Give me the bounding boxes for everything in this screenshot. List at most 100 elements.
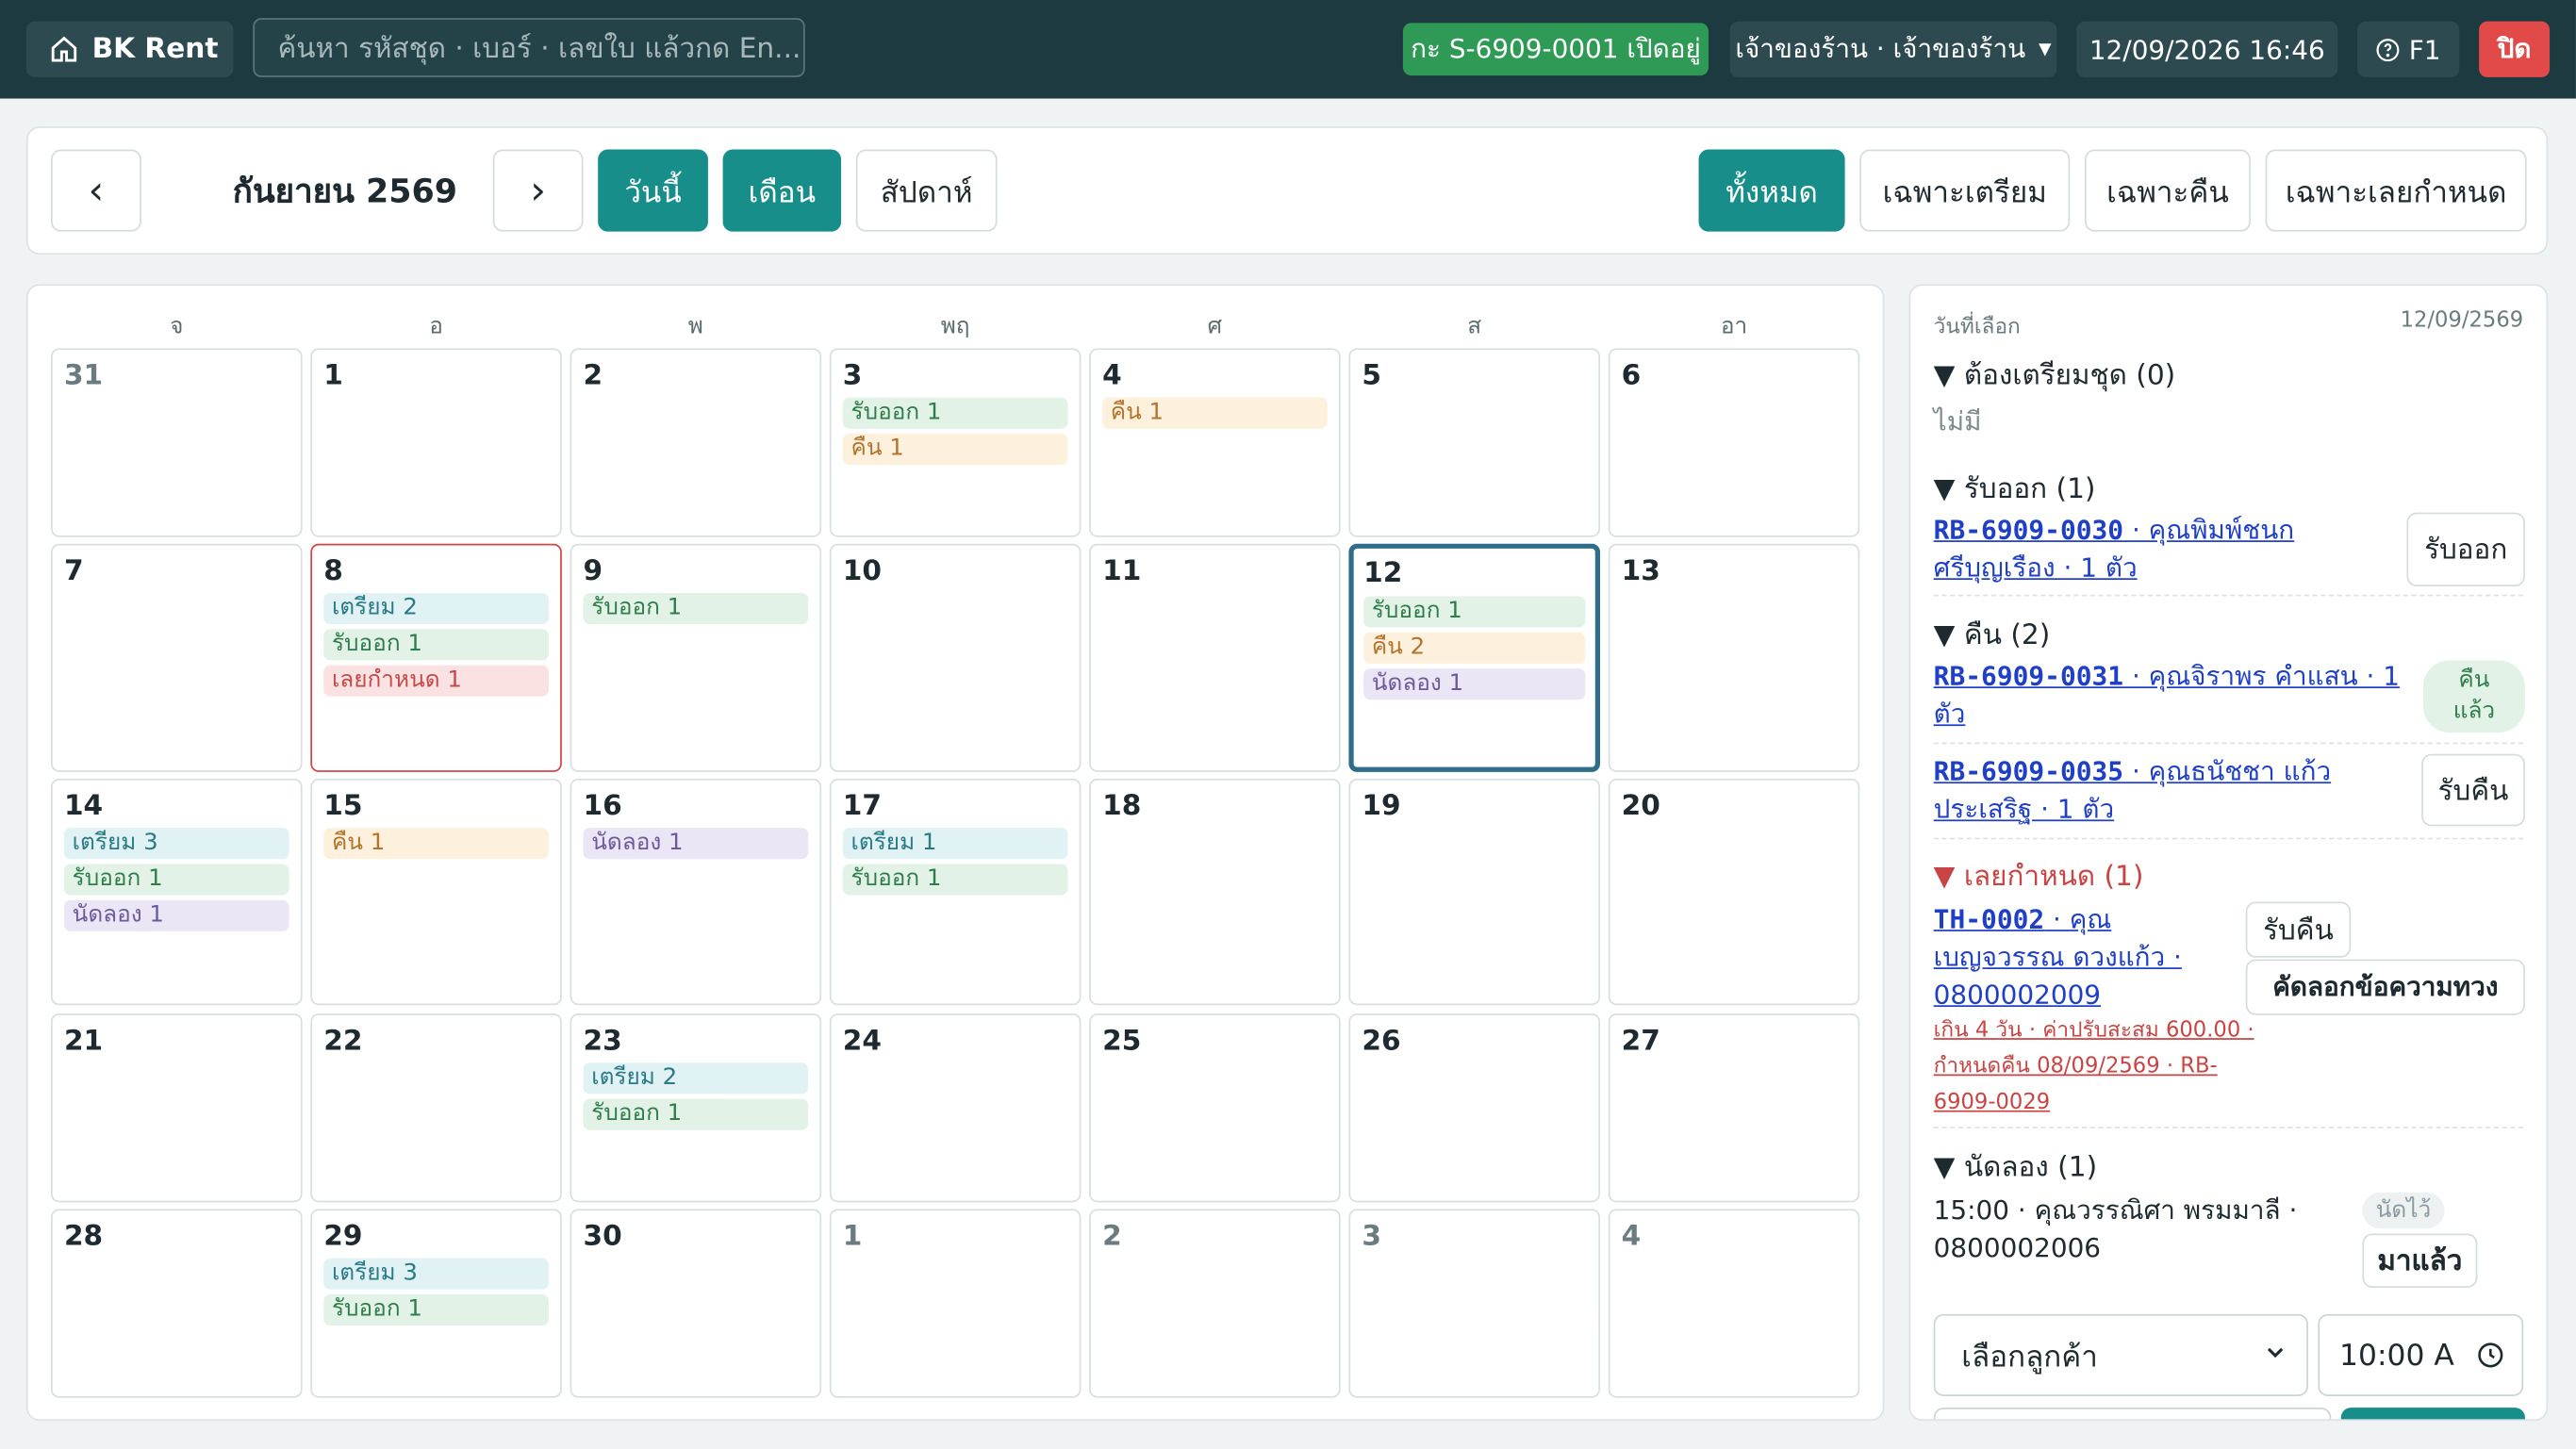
event-chip-pick[interactable]: รับออก 1 <box>583 1098 809 1130</box>
customer-select[interactable]: เลือกลูกค้า <box>1933 1313 2308 1396</box>
filter-return-button[interactable]: เฉพาะคืน <box>2084 149 2251 232</box>
search-input[interactable]: ค้นหา รหัสชุด · เบอร์ · เลขใบ แล้วกด En.… <box>253 18 805 77</box>
event-chip-prep[interactable]: เตรียม 3 <box>63 828 289 860</box>
event-chip-prep[interactable]: เตรียม 3 <box>323 1258 549 1290</box>
event-chip-list: เตรียม 3 รับออก 1 <box>323 1258 549 1331</box>
day-cell[interactable]: 23 เตรียม 2 รับออก 1 <box>570 1013 822 1203</box>
event-chip-pick[interactable]: รับออก 1 <box>323 1293 549 1326</box>
day-cell[interactable]: 26 <box>1348 1013 1601 1203</box>
day-cell[interactable]: 16 นัดลอง 1 <box>570 778 822 1006</box>
event-chip-pick[interactable]: รับออก 1 <box>63 864 289 896</box>
day-cell[interactable]: 30 <box>570 1209 822 1398</box>
section-pickup-toggle[interactable]: ▼ รับออก (1) <box>1934 467 2096 511</box>
home-button[interactable]: BK Rent <box>25 21 234 77</box>
day-cell[interactable]: 4 คืน 1 <box>1089 348 1341 537</box>
event-chip-pick[interactable]: รับออก 1 <box>583 592 809 625</box>
day-cell[interactable]: 28 <box>51 1209 303 1398</box>
return-item: RB-6909-0035 · คุณธนัชชา แก้ว ประเสริฐ · … <box>1934 752 2331 828</box>
day-cell[interactable]: 29 เตรียม 3 รับออก 1 <box>310 1209 562 1398</box>
datetime-display: 12/09/2026 16:46 <box>2076 21 2338 77</box>
day-cell[interactable]: 20 <box>1608 778 1860 1006</box>
day-cell[interactable]: 25 <box>1089 1013 1341 1203</box>
day-cell[interactable]: 3 รับออก 1 คืน 1 <box>829 348 1082 537</box>
time-input[interactable]: 10:00 A <box>2318 1313 2524 1396</box>
event-chip-pick[interactable]: รับออก 1 <box>842 397 1068 429</box>
day-cell[interactable]: 7 <box>51 543 303 772</box>
day-cell-selected[interactable]: 12 รับออก 1 คืน 2 นัดลอง 1 <box>1348 543 1601 772</box>
day-number: 30 <box>583 1220 622 1254</box>
event-chip-ret[interactable]: คืน 1 <box>842 433 1068 466</box>
return-link[interactable]: RB-6909-0035 · คุณธนัชชา แก้ว ประเสริฐ · … <box>1934 755 2331 824</box>
day-cell[interactable]: 18 <box>1089 778 1341 1006</box>
section-overdue-toggle[interactable]: ▼ เลยกำหนด (1) <box>1934 854 2144 898</box>
copy-reminder-button[interactable]: คัดลอกข้อความทวง <box>2245 959 2525 1015</box>
pickup-link[interactable]: RB-6909-0030 · คุณพิมพ์ชนก ศรีบุญเรือง · … <box>1934 514 2294 583</box>
today-button[interactable]: วันนี้ <box>598 149 708 232</box>
day-cell[interactable]: 2 <box>570 348 822 537</box>
overdue-link[interactable]: TH-0002 · คุณ เบญจวรรณ ดวงแก้ว · 080000200… <box>1934 903 2182 1010</box>
event-chip-pick[interactable]: รับออก 1 <box>1363 596 1586 628</box>
weekday-header: ศ <box>1207 313 1223 340</box>
event-chip-list: คืน 1 <box>323 828 549 864</box>
day-cell-today[interactable]: 8 เตรียม 2 รับออก 1 เลยกำหนด 1 <box>310 543 562 772</box>
next-month-button[interactable]: › <box>492 149 584 232</box>
event-chip-late[interactable]: เลยกำหนด 1 <box>323 665 549 697</box>
day-cell[interactable]: 19 <box>1348 778 1601 1006</box>
notes-input[interactable] <box>1933 1408 2332 1420</box>
event-chip-fit[interactable]: นัดลอง 1 <box>1363 668 1586 700</box>
arrived-button[interactable]: มาแล้ว <box>2362 1233 2478 1288</box>
receive-return-button[interactable]: รับคืน <box>2421 753 2525 827</box>
add-appointment-button[interactable] <box>2340 1408 2525 1420</box>
section-fitting-toggle[interactable]: ▼ นัดลอง (1) <box>1934 1144 2097 1189</box>
user-menu[interactable]: เจ้าของร้าน · เจ้าของร้าน ▼ <box>1729 21 2057 77</box>
day-cell[interactable]: 27 <box>1608 1013 1860 1203</box>
event-chip-prep[interactable]: เตรียม 1 <box>842 828 1068 860</box>
day-cell[interactable]: 9 รับออก 1 <box>570 543 822 772</box>
section-return-toggle[interactable]: ▼ คืน (2) <box>1934 613 2051 657</box>
help-button[interactable]: F1 <box>2357 21 2460 77</box>
filter-overdue-button[interactable]: เฉพาะเลยกำหนด <box>2265 149 2527 232</box>
event-chip-ret[interactable]: คืน 1 <box>1102 397 1328 429</box>
event-chip-fit[interactable]: นัดลอง 1 <box>63 899 289 931</box>
overdue-return-button[interactable]: รับคืน <box>2245 901 2352 958</box>
day-cell[interactable]: 15 คืน 1 <box>310 778 562 1006</box>
day-cell[interactable]: 22 <box>310 1013 562 1203</box>
return-link[interactable]: RB-6909-0031 · คุณจิราพร คำแสน · 1 ตัว <box>1934 660 2400 729</box>
prev-month-button[interactable]: ‹ <box>51 149 141 232</box>
shift-status-badge[interactable]: กะ S-6909-0001 เปิดอยู่ <box>1402 23 1709 76</box>
event-chip-pick[interactable]: รับออก 1 <box>323 629 549 661</box>
close-button[interactable]: ปิด <box>2479 21 2551 77</box>
day-cell[interactable]: 4 <box>1608 1209 1860 1398</box>
day-cell[interactable]: 11 <box>1089 543 1341 772</box>
event-chip-ret[interactable]: คืน 1 <box>323 828 549 860</box>
day-cell[interactable]: 6 <box>1608 348 1860 537</box>
day-number: 4 <box>1102 359 1122 393</box>
filter-prep-button[interactable]: เฉพาะเตรียม <box>1859 149 2071 232</box>
brand-label: BK Rent <box>91 32 219 66</box>
divider <box>1933 837 2524 840</box>
day-cell[interactable]: 21 <box>51 1013 303 1203</box>
day-number: 17 <box>842 790 883 823</box>
tab-month[interactable]: เดือน <box>722 149 842 232</box>
day-cell[interactable]: 2 <box>1089 1209 1341 1398</box>
event-chip-fit[interactable]: นัดลอง 1 <box>583 828 809 860</box>
day-cell[interactable]: 1 <box>310 348 562 537</box>
day-cell[interactable]: 3 <box>1348 1209 1601 1398</box>
day-cell[interactable]: 31 <box>51 348 303 537</box>
day-cell[interactable]: 14 เตรียม 3 รับออก 1 นัดลอง 1 <box>51 778 303 1006</box>
event-chip-ret[interactable]: คืน 2 <box>1363 632 1586 664</box>
tab-week[interactable]: สัปดาห์ <box>855 149 998 232</box>
day-cell[interactable]: 17 เตรียม 1 รับออก 1 <box>829 778 1082 1006</box>
pickup-button[interactable]: รับออก <box>2406 512 2525 587</box>
day-number: 16 <box>583 790 622 823</box>
day-cell[interactable]: 13 <box>1608 543 1860 772</box>
day-cell[interactable]: 5 <box>1348 348 1601 537</box>
section-prep-toggle[interactable]: ▼ ต้องเตรียมชุด (0) <box>1934 354 2176 398</box>
event-chip-prep[interactable]: เตรียม 2 <box>323 592 549 625</box>
filter-all-button[interactable]: ทั้งหมด <box>1698 149 1845 232</box>
day-cell[interactable]: 10 <box>829 543 1082 772</box>
day-cell[interactable]: 1 <box>829 1209 1082 1398</box>
event-chip-prep[interactable]: เตรียม 2 <box>583 1062 809 1095</box>
event-chip-pick[interactable]: รับออก 1 <box>842 864 1068 896</box>
day-cell[interactable]: 24 <box>829 1013 1082 1203</box>
